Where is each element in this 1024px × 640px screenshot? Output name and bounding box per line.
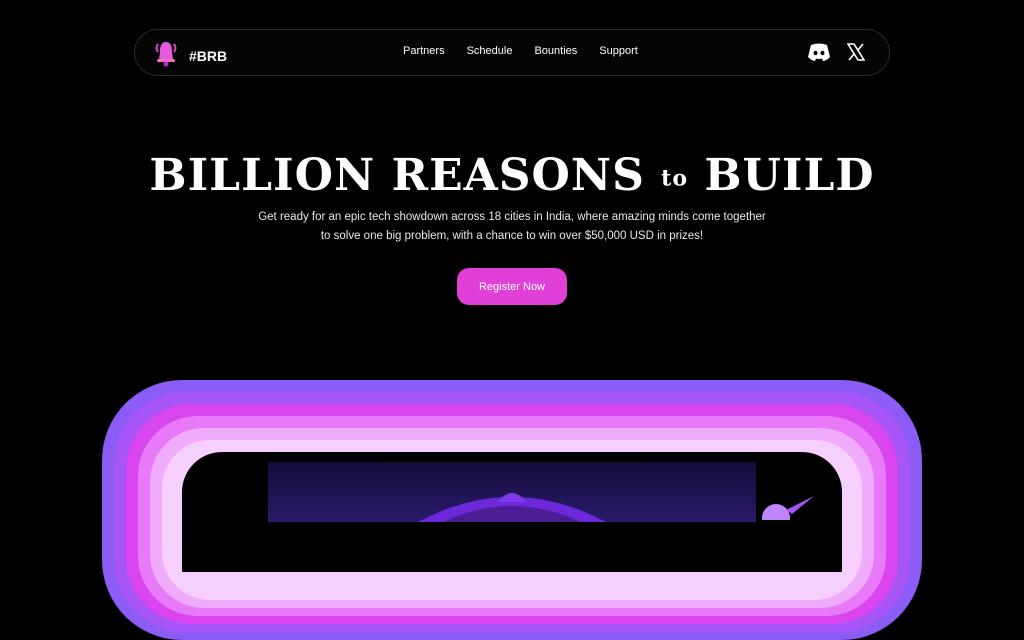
hero-artwork xyxy=(268,462,756,522)
top-navbar: #BRB Partners Schedule Bounties Support xyxy=(134,29,890,76)
brand-name: #BRB xyxy=(189,47,228,64)
nav-link-partners[interactable]: Partners xyxy=(403,45,445,57)
discord-icon[interactable] xyxy=(807,41,831,68)
brand-logo[interactable]: #BRB xyxy=(151,38,227,73)
planet-icon xyxy=(752,490,822,532)
hero-description: Get ready for an epic tech showdown acro… xyxy=(258,211,766,242)
nav-link-schedule[interactable]: Schedule xyxy=(467,45,513,57)
hero-title-to: to xyxy=(661,165,689,192)
bell-icon xyxy=(151,38,181,73)
nav-link-support[interactable]: Support xyxy=(599,45,638,57)
x-icon[interactable] xyxy=(846,43,866,66)
social-links xyxy=(807,41,866,68)
nav-link-bounties[interactable]: Bounties xyxy=(534,45,577,57)
hero-title: BILLION REASONS to BUILD xyxy=(0,150,1024,205)
hero-title-part1: BILLION REASONS xyxy=(149,150,645,201)
hero-title-part2: BUILD xyxy=(704,150,875,201)
nav-links: Partners Schedule Bounties Support xyxy=(403,45,638,57)
register-now-button[interactable]: Register Now xyxy=(457,268,567,305)
